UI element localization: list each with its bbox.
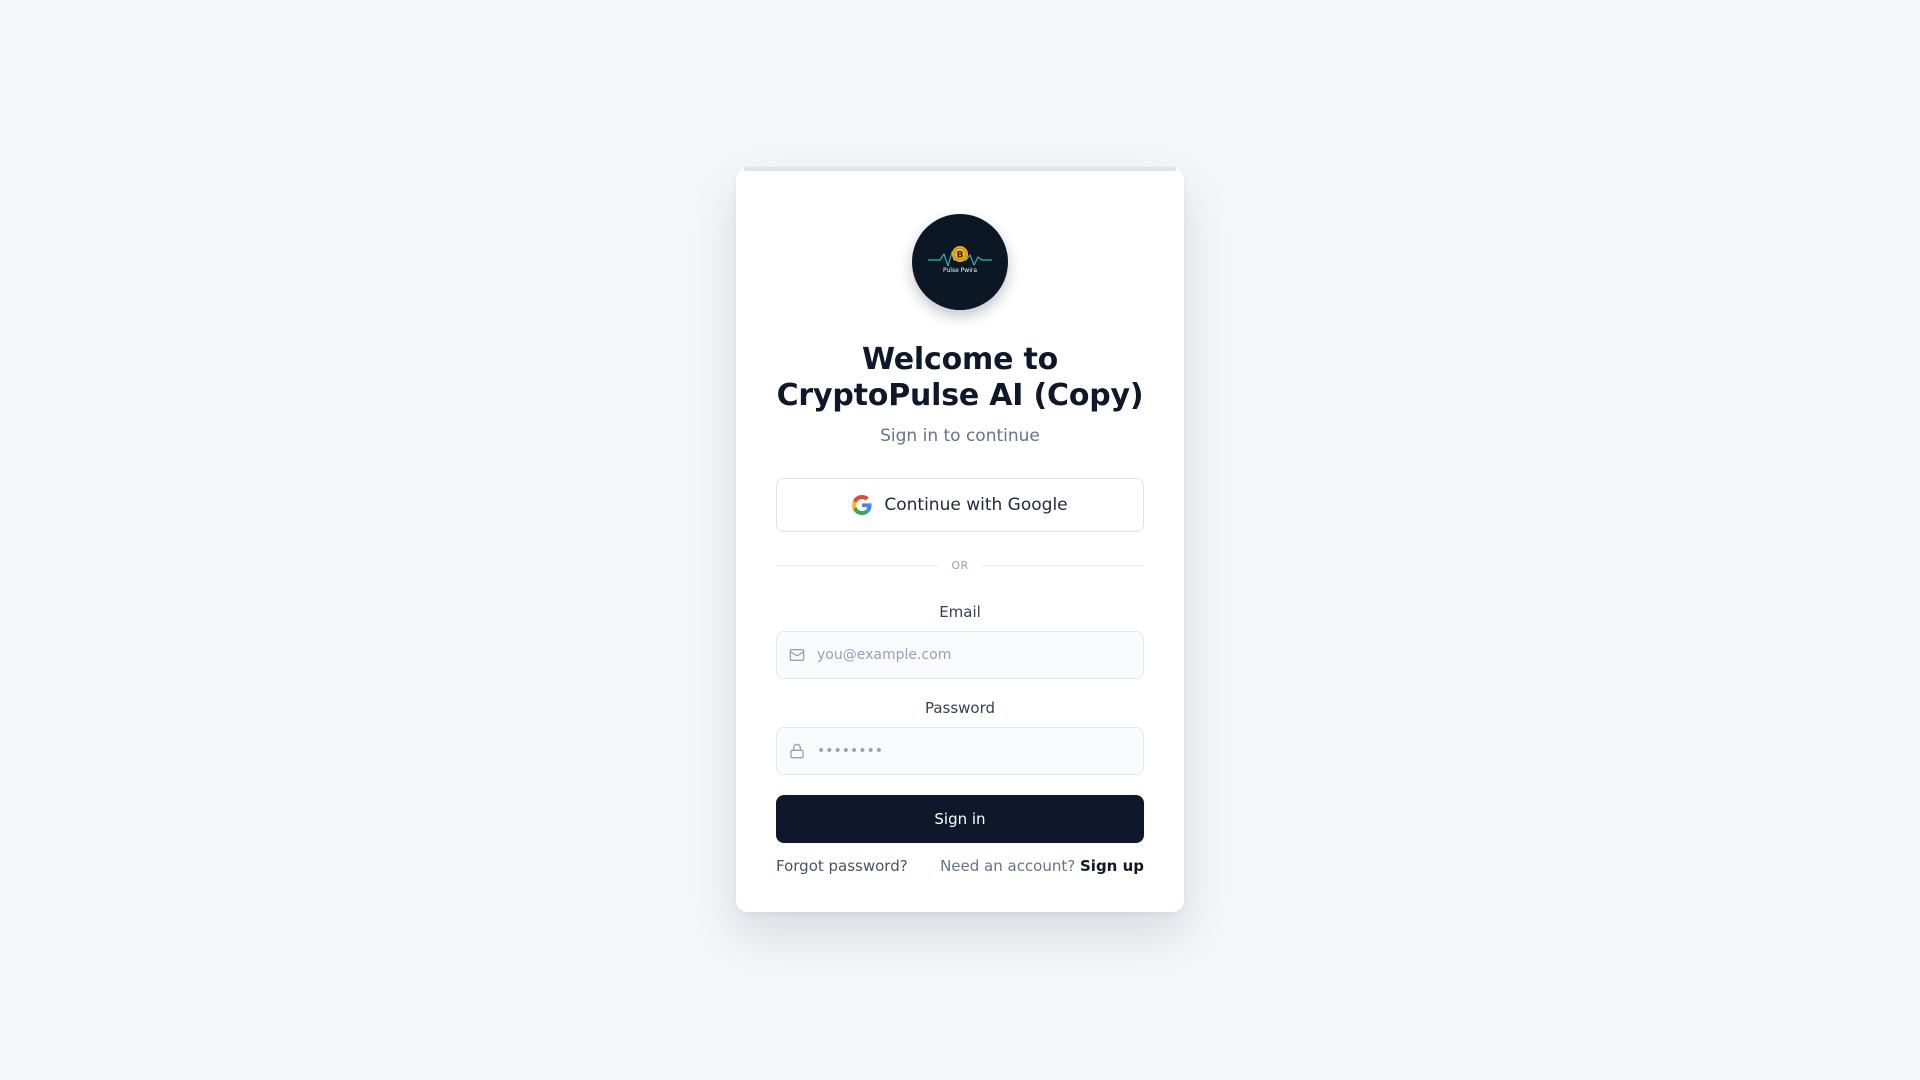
card-top-accent [744,167,1176,171]
divider-or-label: OR [951,558,969,572]
or-divider: OR [776,558,1144,572]
mail-icon [789,647,805,663]
login-card: B Pulse Pwira Welcome to CryptoPulse AI … [736,167,1184,912]
sign-in-button[interactable]: Sign in [776,795,1144,843]
email-input[interactable] [817,632,1143,678]
continue-with-google-label: Continue with Google [884,495,1068,515]
auth-links: Forgot password? Need an account? Sign u… [776,857,1144,875]
signup-prompt: Need an account? Sign up [940,857,1144,875]
email-field-wrapper [776,631,1144,679]
logo-wordmark: Pulse Pwira [943,267,977,274]
app-logo: B Pulse Pwira [912,214,1008,310]
google-icon [852,495,872,515]
crypto-pulse-logo-icon: B Pulse Pwira [928,246,992,274]
continue-with-google-button[interactable]: Continue with Google [776,478,1144,532]
sign-up-link[interactable]: Sign up [1080,857,1144,875]
divider-line-left [776,564,939,566]
logo-coin-glyph: B [957,251,964,261]
need-account-text: Need an account? [940,857,1076,875]
page-subtitle: Sign in to continue [880,426,1040,446]
page-title: Welcome to CryptoPulse AI (Copy) [776,342,1144,413]
password-label: Password [924,699,996,717]
password-input[interactable] [817,728,1143,774]
divider-line-right [981,564,1144,566]
password-field-wrapper [776,727,1144,775]
email-label: Email [939,603,981,621]
forgot-password-link[interactable]: Forgot password? [776,857,908,875]
lock-icon [789,743,805,759]
